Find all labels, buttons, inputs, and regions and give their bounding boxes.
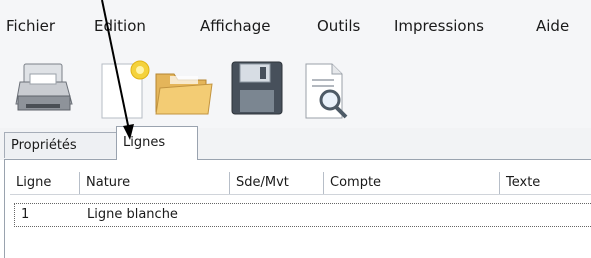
arrow-pointer-icon [101,0,134,140]
